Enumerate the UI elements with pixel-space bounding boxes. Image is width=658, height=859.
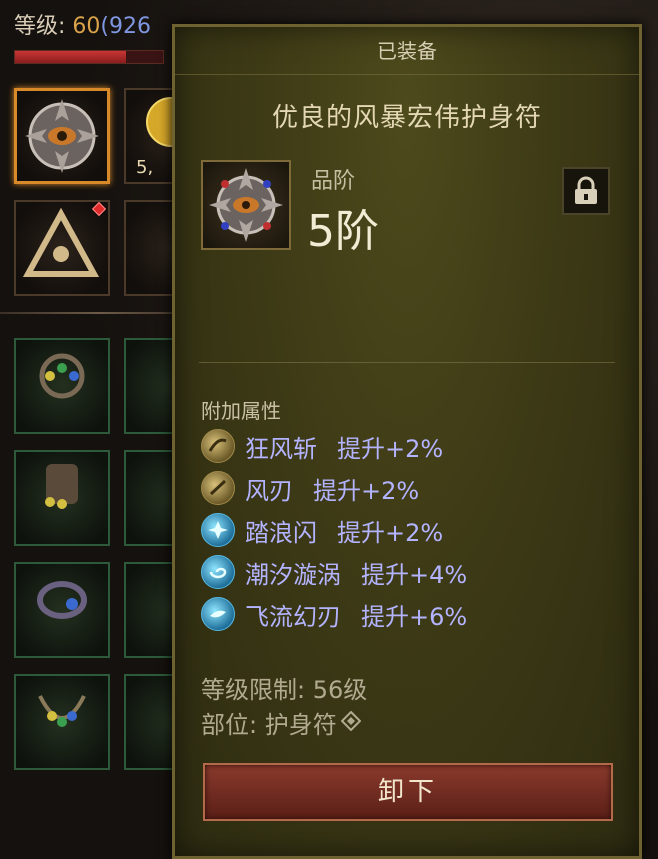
inventory-divider xyxy=(0,312,200,314)
ring-icon xyxy=(39,353,85,399)
triangle-emblem-icon xyxy=(22,207,100,277)
necklace-icon xyxy=(38,695,86,727)
attribute-bonus: 提升+2% xyxy=(337,434,444,463)
attribute-name: 飞流幻刃 xyxy=(245,602,341,631)
level-extra: (926 xyxy=(100,14,151,39)
ring-slot-1[interactable]: 22 xyxy=(14,338,165,434)
bracer-icon xyxy=(37,581,87,619)
attribute-bonus: 提升+4% xyxy=(361,560,468,589)
item-tooltip-panel: 已装备 优良的风暴宏伟护身符 品阶 5阶 附加属性 狂风斩 提升+2% 风刃 提… xyxy=(172,24,642,859)
player-level: 等级: 60(926 xyxy=(14,8,151,40)
attribute-name: 狂风斩 xyxy=(245,434,317,463)
tier-value: 5阶 xyxy=(307,206,379,257)
attribute-row: 飞流幻刃 提升+6% xyxy=(201,593,467,635)
level-value: 60 xyxy=(72,14,101,39)
tier-label: 品阶 xyxy=(311,169,356,194)
wave-step-icon xyxy=(201,513,235,547)
level-label: 等级: xyxy=(14,14,73,39)
attribute-list: 狂风斩 提升+2% 风刃 提升+2% 踏浪闪 提升+2% 潮汐漩涡 提升+4% xyxy=(201,425,467,635)
amulet-icon xyxy=(25,99,99,173)
wind-blade-icon xyxy=(201,471,235,505)
level-requirement: 等级限制: 56级 xyxy=(201,676,368,704)
amulet-icon xyxy=(209,168,283,242)
tidal-vortex-icon xyxy=(201,555,235,589)
bracer-slot-1[interactable]: 22 xyxy=(14,562,165,658)
item-name: 优良的风暴宏伟护身符 xyxy=(271,103,542,133)
attribute-row: 狂风斩 提升+2% xyxy=(201,425,467,467)
equip-slot-label: 部位: 护身符 xyxy=(201,711,337,739)
compass-diamond-icon xyxy=(340,709,362,737)
attribute-name: 风刃 xyxy=(245,476,293,505)
attribute-row: 风刃 提升+2% xyxy=(201,467,467,509)
attribute-row: 踏浪闪 提升+2% xyxy=(201,509,467,551)
lock-button[interactable] xyxy=(562,167,610,215)
glove-icon xyxy=(45,464,78,509)
section-divider xyxy=(199,362,615,363)
attribute-name: 踏浪闪 xyxy=(245,518,317,547)
attribute-row: 潮汐漩涡 提升+4% xyxy=(201,551,467,593)
necklace-slot-1[interactable]: 22 xyxy=(14,674,165,770)
extra-attributes-heading: 附加属性 xyxy=(201,399,281,423)
equip-slot-info: 部位: 护身符 xyxy=(201,705,362,740)
equipped-header: 已装备 xyxy=(175,27,639,75)
attribute-bonus: 提升+2% xyxy=(313,476,420,505)
currency-amount: 5, xyxy=(136,157,154,178)
flowing-blade-icon xyxy=(201,597,235,631)
hp-bar-fill xyxy=(15,51,126,63)
attribute-bonus: 提升+6% xyxy=(361,602,468,631)
emblem-slot[interactable] xyxy=(14,200,110,296)
amulet-slot[interactable] xyxy=(14,88,110,184)
lock-icon xyxy=(575,176,597,204)
item-icon-frame xyxy=(201,160,291,250)
gale-slash-icon xyxy=(201,429,235,463)
hp-bar xyxy=(14,50,164,64)
unequip-button[interactable]: 卸下 xyxy=(203,763,613,821)
attribute-name: 潮汐漩涡 xyxy=(245,560,341,589)
glove-slot-1[interactable]: 22 xyxy=(14,450,165,546)
attribute-bonus: 提升+2% xyxy=(337,518,444,547)
